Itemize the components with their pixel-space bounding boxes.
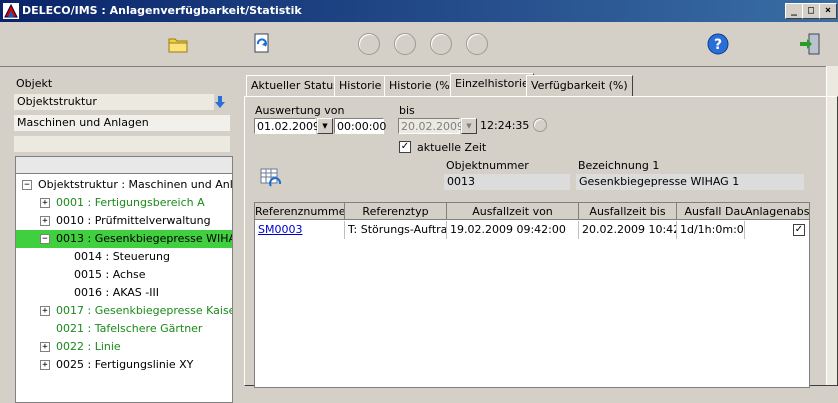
tree-item[interactable]: 0016 : AKAS -III xyxy=(16,284,232,302)
tab-einzelhistorie[interactable]: Einzelhistorie xyxy=(450,73,534,96)
tree-item[interactable]: −Objektstruktur : Maschinen und Anlagen xyxy=(16,176,232,194)
column-header-anlagenabs[interactable]: Anlagenabs xyxy=(745,203,809,220)
bis-date-input[interactable]: 20.02.2009 xyxy=(398,118,464,134)
title-bar: DELECO/IMS : Anlagenverfügbarkeit/Statis… xyxy=(0,0,838,22)
close-button[interactable]: × xyxy=(819,3,837,19)
expand-icon[interactable]: + xyxy=(40,342,50,352)
von-time-input[interactable]: 00:00:00 xyxy=(334,118,386,134)
expand-icon[interactable]: + xyxy=(40,198,50,208)
column-header-ausfallzeit-bis[interactable]: Ausfallzeit bis xyxy=(579,203,677,220)
tree-item-label: 0014 : Steuerung xyxy=(74,250,170,263)
tree-item-label: 0025 : Fertigungslinie XY xyxy=(56,358,194,371)
tree-item-label: 0013 : Gesenkbiegepresse WIHAG 1 xyxy=(56,232,232,245)
aktuelle-zeit-checkbox[interactable]: ✓ xyxy=(399,141,411,153)
auswertung-von-label: Auswertung von xyxy=(255,104,345,117)
expand-icon[interactable]: + xyxy=(40,216,50,226)
arrow-down-icon[interactable] xyxy=(214,96,226,108)
von-date-dropdown-button[interactable]: ▼ xyxy=(317,118,333,134)
objekt-label: Objekt xyxy=(16,77,53,90)
tab-aktueller-status[interactable]: Aktueller Status xyxy=(246,75,344,97)
grid-refresh-icon[interactable] xyxy=(260,168,282,190)
disabled-circle-button-2[interactable] xyxy=(394,33,416,55)
bis-label: bis xyxy=(399,104,415,117)
svg-text:?: ? xyxy=(714,37,722,53)
tree-item[interactable]: +0001 : Fertigungsbereich A xyxy=(16,194,232,212)
anlagenabs-checkbox[interactable]: ✓ xyxy=(793,224,805,236)
tree-item-label: 0016 : AKAS -III xyxy=(74,286,159,299)
tree-item-label: Objektstruktur : Maschinen und Anlagen xyxy=(38,178,233,191)
tree-item[interactable]: −0013 : Gesenkbiegepresse WIHAG 1 xyxy=(16,230,232,248)
expand-icon[interactable]: + xyxy=(40,306,50,316)
referenztyp-cell: T: Störungs-Auftrag xyxy=(345,221,447,239)
expand-icon[interactable]: + xyxy=(40,360,50,370)
ausfallzeit-bis-cell: 20.02.2009 10:42:00 xyxy=(579,221,677,239)
tree-item[interactable]: +0010 : Prüfmittelverwaltung xyxy=(16,212,232,230)
tree-item-label: 0021 : Tafelschere Gärtner xyxy=(56,322,203,335)
column-header-referenztyp[interactable]: Referenztyp xyxy=(345,203,447,220)
app-logo-icon xyxy=(3,3,19,19)
anlagenabs-cell: ✓ xyxy=(745,221,809,239)
bis-date-dropdown-button[interactable]: ▼ xyxy=(461,118,477,134)
tree-item-label: 0017 : Gesenkbiegepresse Kaiser xyxy=(56,304,233,317)
tree-item[interactable]: +0022 : Linie xyxy=(16,338,232,356)
tab-historie[interactable]: Historie xyxy=(334,75,387,97)
objekt-field[interactable]: Objektstruktur xyxy=(14,94,214,110)
tab-verfuegbarkeit[interactable]: Verfügbarkeit (%) xyxy=(526,75,633,97)
referenznummer-link[interactable]: SM0003 xyxy=(255,221,345,239)
disabled-circle-button-4[interactable] xyxy=(466,33,488,55)
objektnummer-label: Objektnummer xyxy=(446,159,529,172)
column-header-ausfallzeit-von[interactable]: Ausfallzeit von xyxy=(447,203,579,220)
tree-item-label: 0010 : Prüfmittelverwaltung xyxy=(56,214,211,227)
empty-filter-field[interactable] xyxy=(14,136,230,152)
tree-item-label: 0022 : Linie xyxy=(56,340,121,353)
ausfall-dauer-cell: 1d/1h:0m:0s xyxy=(677,221,745,239)
tree-header xyxy=(15,156,233,174)
tab-historie-prozent[interactable]: Historie (%) xyxy=(384,75,459,97)
maximize-button[interactable]: □ xyxy=(802,3,820,19)
ausfallzeit-von-cell: 19.02.2009 09:42:00 xyxy=(447,221,579,239)
tree-item-label: 0001 : Fertigungsbereich A xyxy=(56,196,205,209)
disabled-circle-button-1[interactable] xyxy=(358,33,380,55)
disabled-circle-button-3[interactable] xyxy=(430,33,452,55)
tree-item[interactable]: +0017 : Gesenkbiegepresse Kaiser xyxy=(16,302,232,320)
einzelhistorie-table: Referenznummer Referenztyp Ausfallzeit v… xyxy=(254,202,810,388)
minimize-button[interactable]: _ xyxy=(785,3,803,19)
objektnummer-field: 0013 xyxy=(444,174,570,190)
toolbar: ? xyxy=(0,22,838,67)
window-title: DELECO/IMS : Anlagenverfügbarkeit/Statis… xyxy=(22,4,302,17)
bezeichnung-field: Gesenkbiegepresse WIHAG 1 xyxy=(576,174,804,190)
tree-item-label: 0015 : Achse xyxy=(74,268,146,281)
von-date-input[interactable]: 01.02.2009 xyxy=(254,118,320,134)
bis-time-input[interactable]: 12:24:35 xyxy=(478,118,529,134)
tree-item[interactable]: 0014 : Steuerung xyxy=(16,248,232,266)
tree-item[interactable]: 0021 : Tafelschere Gärtner xyxy=(16,320,232,338)
tree-item[interactable]: 0015 : Achse xyxy=(16,266,232,284)
object-tree[interactable]: −Objektstruktur : Maschinen und Anlagen+… xyxy=(15,174,233,403)
export-icon[interactable] xyxy=(250,32,274,56)
aktuelle-zeit-label: aktuelle Zeit xyxy=(417,141,487,154)
objekt-sub-field[interactable]: Maschinen und Anlagen xyxy=(14,115,230,131)
spin-circle-button[interactable] xyxy=(533,118,547,132)
column-header-referenznummer[interactable]: Referenznummer xyxy=(255,203,345,220)
tree-item[interactable]: +0025 : Fertigungslinie XY xyxy=(16,356,232,374)
collapse-icon[interactable]: − xyxy=(22,180,32,190)
help-icon[interactable]: ? xyxy=(706,32,730,56)
exit-icon[interactable] xyxy=(798,32,822,56)
collapse-icon[interactable]: − xyxy=(40,234,50,244)
bezeichnung-label: Bezeichnung 1 xyxy=(578,159,660,172)
folder-icon[interactable] xyxy=(166,32,190,56)
